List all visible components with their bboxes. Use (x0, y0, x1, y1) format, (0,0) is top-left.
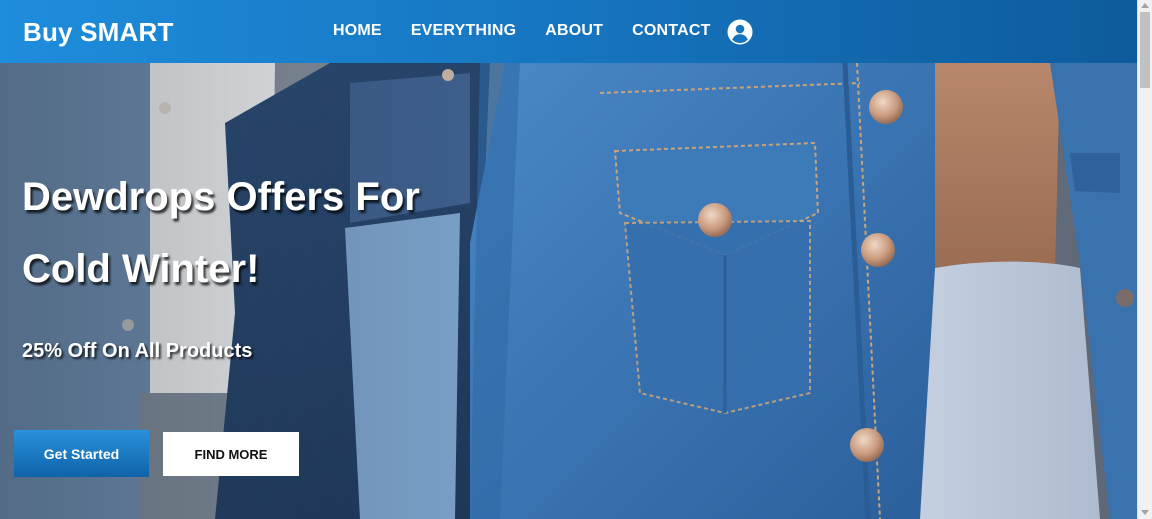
page-scrollbar[interactable] (1137, 0, 1152, 519)
nav-about[interactable]: ABOUT (545, 22, 603, 40)
main-nav: HOME EVERYTHING ABOUT CONTACT (333, 22, 740, 40)
nav-everything[interactable]: EVERYTHING (411, 22, 516, 40)
scroll-down-arrow-icon[interactable] (1141, 510, 1149, 515)
hero-subheadline: 25% Off On All Products (22, 340, 253, 362)
scroll-up-arrow-icon[interactable] (1141, 3, 1149, 8)
nav-home[interactable]: HOME (333, 22, 382, 40)
hero-banner: Dewdrops Offers For Cold Winter! 25% Off… (0, 63, 1137, 519)
scroll-thumb[interactable] (1140, 12, 1150, 88)
brand-logo[interactable]: Buy SMART (23, 17, 174, 48)
headline-line-2: Cold Winter! (22, 247, 260, 291)
find-more-button[interactable]: FIND MORE (163, 432, 299, 476)
get-started-button[interactable]: Get Started (14, 430, 149, 477)
top-navbar: Buy SMART HOME EVERYTHING ABOUT CONTACT (0, 0, 1137, 63)
nav-contact[interactable]: CONTACT (632, 22, 710, 40)
headline-line-1: Dewdrops Offers For (22, 175, 420, 219)
user-account-icon[interactable] (727, 19, 753, 45)
hero-headline: Dewdrops Offers For Cold Winter! (22, 161, 482, 305)
